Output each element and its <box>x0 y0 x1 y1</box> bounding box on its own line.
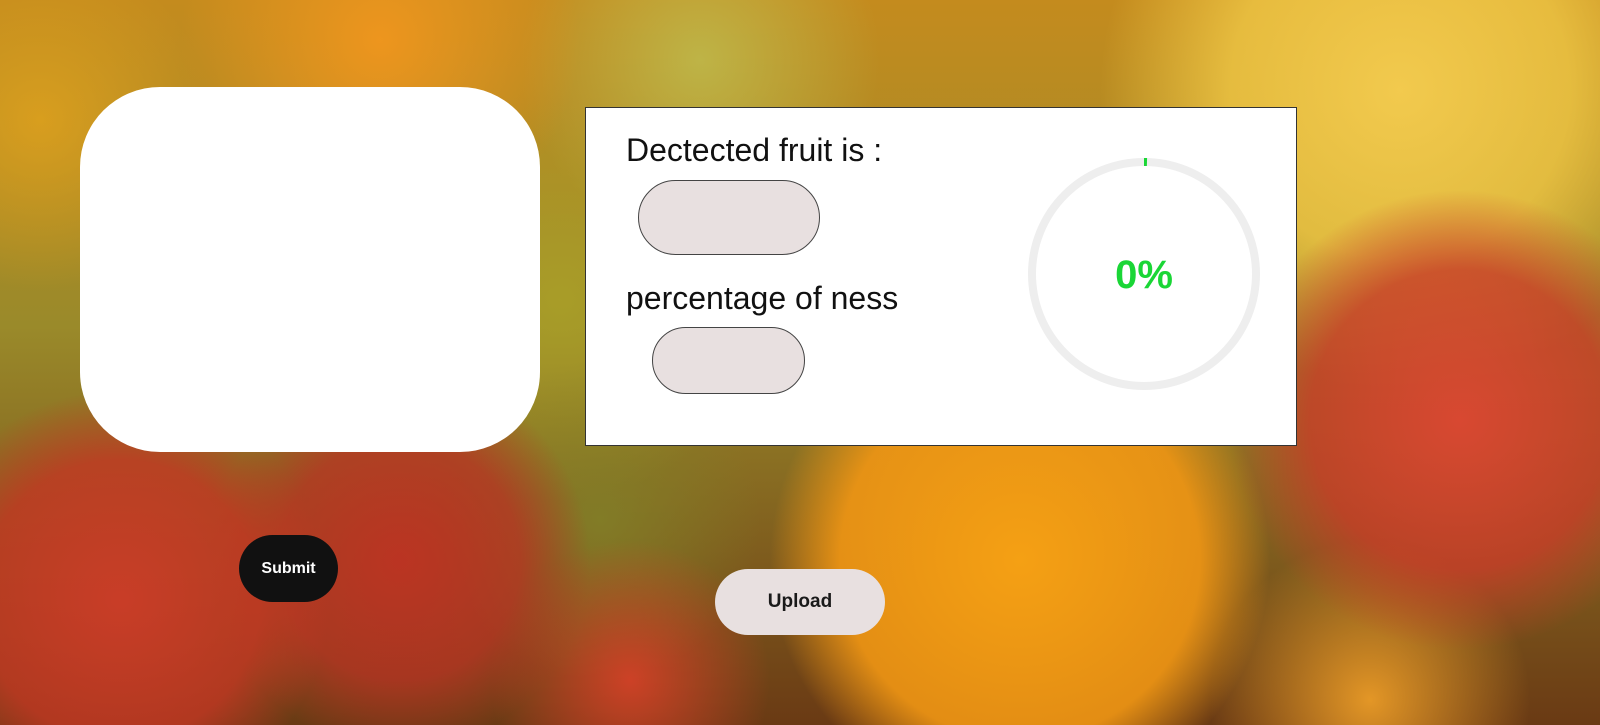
percentage-of-ness-output <box>652 327 805 394</box>
detected-fruit-label: Dectected fruit is : <box>626 132 883 168</box>
detected-fruit-output <box>638 180 820 255</box>
percentage-of-ness-label: percentage of ness <box>626 280 899 316</box>
image-preview-area <box>80 87 540 452</box>
progress-percentage-text: 0% <box>1115 253 1173 297</box>
progress-ring: 0% <box>1028 158 1260 390</box>
result-panel: Dectected fruit is : percentage of ness … <box>585 107 1297 446</box>
submit-button[interactable]: Submit <box>239 535 338 602</box>
upload-button[interactable]: Upload <box>715 569 885 635</box>
